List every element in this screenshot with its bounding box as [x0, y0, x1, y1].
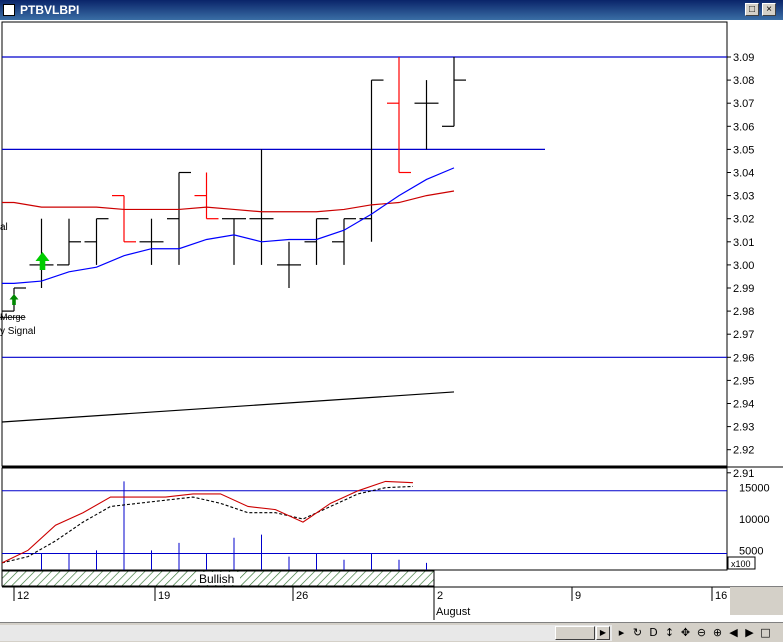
- maximize-button[interactable]: □: [745, 3, 759, 16]
- status-bar: ▶ ▸ ↻ D ↕ ✥ ⊖ ⊕ ◀ ▶ □: [0, 622, 783, 642]
- scroll-right-button[interactable]: ▶: [596, 626, 610, 640]
- indicator-panel-frame: [1, 467, 728, 571]
- y-tick-label: 2.95: [733, 375, 754, 387]
- indicator-unit-label: x100: [731, 559, 751, 569]
- close-button[interactable]: ×: [762, 3, 776, 16]
- chart-svg[interactable]: 3.09 3.08 3.07 3.06 3.05 3.04 3.03 3.02 3.01 3.00…: [0, 20, 783, 622]
- slow-ma-line: [2, 190, 455, 213]
- y-tick-label: 3.08: [733, 75, 754, 87]
- scroll-thumb[interactable]: [555, 626, 595, 640]
- y-tick-label: 3.07: [733, 98, 754, 110]
- y-tick-label: 2.99: [733, 283, 754, 295]
- y-tick-label: 3.01: [733, 237, 754, 249]
- axis-corner: [730, 587, 783, 615]
- buy-signal-arrow-small: [9, 294, 19, 305]
- y-tick-label: 2.91: [733, 468, 754, 480]
- x-tick-label: 16: [715, 590, 727, 602]
- y-tick-label: 3.02: [733, 214, 754, 226]
- indicator-solid-line: [1, 480, 414, 564]
- title-bar: PTBVLBPI □ ×: [0, 0, 783, 20]
- zoom-in-icon[interactable]: ⊕: [710, 624, 725, 641]
- y-tick-label: 3.03: [733, 191, 754, 203]
- y-tick-label: 3.05: [733, 144, 754, 156]
- chart-toolbar: ▸ ↻ D ↕ ✥ ⊖ ⊕ ◀ ▶ □: [614, 624, 773, 642]
- x-tick-label: 9: [575, 590, 581, 602]
- buy-signal-arrow: [35, 252, 50, 270]
- long-trend-line: [1, 391, 455, 423]
- fast-ma-line: [2, 167, 455, 284]
- signal-label-bottom: y Signal: [0, 326, 36, 337]
- price-panel-frame: [1, 21, 728, 467]
- y-tick-label: 2.92: [733, 445, 754, 457]
- y-tick-label: 2.96: [733, 352, 754, 364]
- merge-marker-label: Merge: [0, 312, 26, 322]
- refresh-icon[interactable]: ↻: [630, 624, 645, 641]
- maximize-icon: □: [748, 4, 756, 15]
- bullish-band-label: Bullish: [199, 572, 234, 586]
- period-d-icon[interactable]: D: [646, 624, 661, 641]
- y-tick-label: 2.98: [733, 306, 754, 318]
- zoom-out-icon[interactable]: ⊖: [694, 624, 709, 641]
- vertical-move-icon[interactable]: ↕: [662, 624, 677, 641]
- y-tick-label: 2.93: [733, 422, 754, 434]
- window-title: PTBVLBPI: [20, 3, 80, 17]
- chart-area[interactable]: 3.09 3.08 3.07 3.06 3.05 3.04 3.03 3.02 3.01 3.00…: [0, 20, 783, 622]
- indicator-dashed-line: [1, 485, 414, 564]
- y-tick-label: 3.00: [733, 260, 754, 272]
- signal-label-top: al: [0, 222, 8, 233]
- app-icon: [3, 4, 15, 16]
- indicator-y-tick-label: 5000: [739, 545, 763, 557]
- window-icon[interactable]: □: [758, 624, 773, 641]
- indicator-y-tick-label: 15000: [739, 483, 770, 495]
- y-tick-label: 3.09: [733, 52, 754, 64]
- x-tick-label: 12: [17, 590, 29, 602]
- month-label: August: [436, 606, 470, 618]
- close-icon: ×: [766, 4, 772, 15]
- horizontal-scrollbar[interactable]: ▶: [0, 625, 612, 641]
- x-tick-label: 2: [437, 590, 443, 602]
- prev-icon[interactable]: ◀: [726, 624, 741, 641]
- y-tick-label: 2.94: [733, 399, 754, 411]
- scroll-right-icon[interactable]: ▸: [614, 624, 629, 641]
- y-tick-label: 3.06: [733, 121, 754, 133]
- x-tick-label: 19: [158, 590, 170, 602]
- y-tick-label: 3.04: [733, 168, 754, 180]
- move-icon[interactable]: ✥: [678, 624, 693, 641]
- y-tick-label: 2.97: [733, 329, 754, 341]
- indicator-y-tick-label: 10000: [739, 514, 770, 526]
- next-icon[interactable]: ▶: [742, 624, 757, 641]
- x-tick-label: 26: [296, 590, 308, 602]
